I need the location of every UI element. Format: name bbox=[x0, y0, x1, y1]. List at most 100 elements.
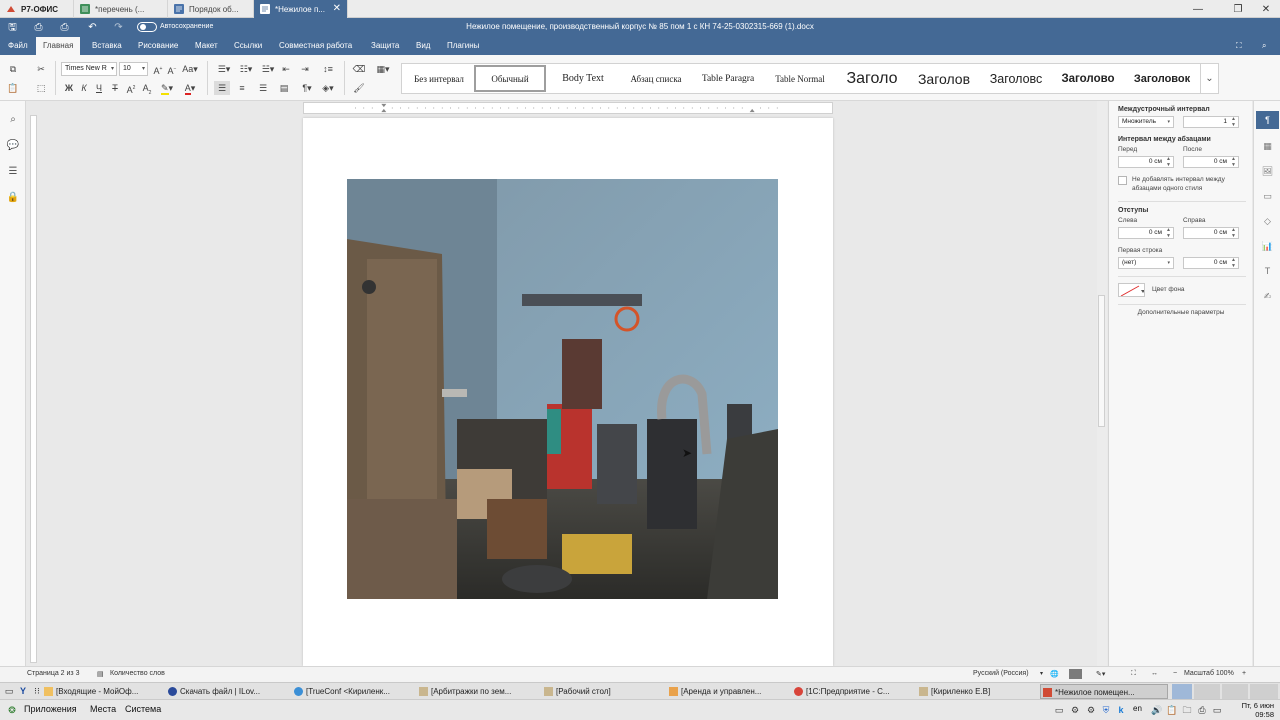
taskbar-item[interactable]: [Арбитражки по зем... bbox=[417, 684, 539, 699]
close-tab-icon[interactable]: ✕ bbox=[333, 3, 341, 14]
spinner-icon[interactable]: ▲ ▼ bbox=[1231, 116, 1236, 128]
cut-icon[interactable]: ✂ bbox=[33, 62, 49, 76]
menu-collaboration[interactable]: Совместная работа bbox=[275, 37, 356, 55]
workspace-2[interactable] bbox=[1194, 684, 1220, 699]
copy-icon[interactable]: ⧉ bbox=[5, 62, 21, 76]
clear-style-icon[interactable]: ⌫ bbox=[351, 62, 367, 76]
line-spacing-type-select[interactable]: Множитель ▾ bbox=[1118, 116, 1174, 128]
style-table-paragraph[interactable]: Table Paragra bbox=[692, 65, 764, 92]
right-indent-input[interactable]: 0 см ▲ ▼ bbox=[1183, 227, 1239, 239]
spinner-icon[interactable]: ▲ ▼ bbox=[1231, 257, 1236, 269]
advanced-settings-link[interactable]: Дополнительные параметры bbox=[1109, 309, 1253, 316]
horizontal-ruler[interactable] bbox=[303, 102, 833, 114]
menu-protection[interactable]: Защита bbox=[367, 37, 403, 55]
minimize-icon[interactable]: — bbox=[1182, 0, 1214, 18]
close-window-icon[interactable]: ✕ bbox=[1250, 0, 1280, 18]
spinner-icon[interactable]: ▲ ▼ bbox=[1166, 227, 1171, 239]
clipboard-icon[interactable]: 📋 bbox=[1165, 703, 1179, 717]
menu-home[interactable]: Главная bbox=[36, 37, 81, 55]
spinner-icon[interactable]: ▲ ▼ bbox=[1166, 156, 1171, 168]
spacing-before-input[interactable]: 0 см ▲ ▼ bbox=[1118, 156, 1174, 168]
tab-document-2[interactable]: Порядок об... bbox=[168, 0, 254, 18]
justify-icon[interactable]: ▤ bbox=[276, 81, 292, 95]
change-case-icon[interactable]: Aa▾ bbox=[180, 62, 200, 76]
search-icon[interactable]: ⌕ bbox=[1258, 37, 1270, 55]
line-spacing-input[interactable]: 1 ▲ ▼ bbox=[1183, 116, 1239, 128]
increase-indent-icon[interactable]: ⇥ bbox=[297, 62, 313, 76]
messenger-icon[interactable]: k bbox=[1114, 703, 1128, 717]
image-settings-icon[interactable]: 🖼 bbox=[1260, 164, 1275, 179]
shape-settings-icon[interactable]: ◇ bbox=[1260, 214, 1275, 229]
underline-icon[interactable]: Ч bbox=[91, 81, 107, 95]
antivirus-icon[interactable]: ⛨ bbox=[1099, 703, 1113, 717]
zoom-level[interactable]: Масштаб 100% bbox=[1184, 670, 1234, 677]
chart-settings-icon[interactable]: 📊 bbox=[1260, 239, 1275, 254]
scrollbar-thumb[interactable] bbox=[1098, 295, 1105, 427]
workspace-3[interactable] bbox=[1222, 684, 1248, 699]
display-icon[interactable]: ▭ bbox=[1210, 703, 1224, 717]
navigation-icon[interactable]: ☰ bbox=[6, 165, 20, 179]
menu-references[interactable]: Ссылки bbox=[230, 37, 266, 55]
clock[interactable]: Пт, 6 июн 09:58 bbox=[1242, 701, 1274, 719]
background-color-picker[interactable] bbox=[1118, 283, 1145, 297]
chevron-down-icon[interactable]: ⌄ bbox=[1200, 64, 1218, 93]
menu-layout[interactable]: Макет bbox=[191, 37, 222, 55]
search-icon[interactable]: ⌕ bbox=[6, 113, 20, 127]
taskbar-item[interactable]: [Кириленко Е.В] bbox=[917, 684, 1037, 699]
text-art-icon[interactable]: T bbox=[1260, 264, 1275, 279]
paragraph-marks-icon[interactable]: ¶▾ bbox=[297, 81, 317, 95]
taskbar-item[interactable]: Скачать файл | ILov... bbox=[166, 684, 286, 699]
style-heading-3[interactable]: Заголовс bbox=[980, 65, 1052, 92]
open-file-location-icon[interactable]: ⛶ bbox=[1232, 37, 1246, 55]
style-table-normal[interactable]: Table Normal bbox=[764, 65, 836, 92]
first-line-input[interactable]: 0 см ▲ ▼ bbox=[1183, 257, 1239, 269]
spinner-icon[interactable]: ▲ ▼ bbox=[1231, 227, 1236, 239]
left-indent-input[interactable]: 0 см ▲ ▼ bbox=[1118, 227, 1174, 239]
network-icon[interactable]: ⚙ bbox=[1068, 703, 1082, 717]
bullet-list-icon[interactable]: ☰▾ bbox=[214, 62, 234, 76]
taskbar-item[interactable]: [Рабочий стол] bbox=[542, 684, 664, 699]
font-color-icon[interactable]: A▾ bbox=[180, 81, 200, 95]
decrease-font-icon[interactable]: A− bbox=[164, 62, 180, 76]
shading-icon[interactable]: ◈▾ bbox=[318, 81, 338, 95]
taskbar-item[interactable]: [1С:Предприятие - С... bbox=[792, 684, 914, 699]
lock-icon[interactable]: 🔒 bbox=[6, 191, 20, 205]
app-home-tab[interactable]: Р7-ОФИС bbox=[0, 0, 74, 18]
style-heading-2[interactable]: Заголов bbox=[908, 65, 980, 92]
fit-width-icon[interactable]: ↔ bbox=[1151, 670, 1158, 677]
fit-page-icon[interactable]: ⛶ bbox=[1131, 670, 1136, 678]
show-desktop-icon[interactable]: ▭ bbox=[2, 684, 16, 698]
style-heading-1[interactable]: Заголо bbox=[836, 65, 908, 92]
align-center-icon[interactable]: ≡ bbox=[234, 81, 250, 95]
document-page[interactable] bbox=[303, 118, 833, 666]
menu-insert[interactable]: Вставка bbox=[88, 37, 126, 55]
style-normal[interactable]: Обычный bbox=[474, 65, 546, 92]
menu-plugins[interactable]: Плагины bbox=[443, 37, 483, 55]
zoom-out-icon[interactable]: − bbox=[1173, 670, 1177, 677]
places-menu[interactable]: Места bbox=[90, 704, 116, 714]
numbered-list-icon[interactable]: ☷▾ bbox=[236, 62, 256, 76]
font-size-combo[interactable]: 10 ▾ bbox=[119, 62, 148, 76]
comments-icon[interactable]: 💬 bbox=[6, 139, 20, 153]
keyboard-layout[interactable]: en bbox=[1133, 704, 1142, 713]
select-all-icon[interactable]: ⬚ bbox=[33, 81, 49, 95]
header-footer-icon[interactable]: ▭ bbox=[1260, 189, 1275, 204]
color-scheme-icon[interactable]: ▦▾ bbox=[372, 62, 394, 76]
taskbar-item[interactable]: [Входящие - МойОф... bbox=[42, 684, 162, 699]
applications-menu[interactable]: Приложения bbox=[24, 704, 77, 714]
word-count[interactable]: Количество слов bbox=[110, 670, 165, 677]
vertical-scrollbar[interactable] bbox=[1097, 101, 1107, 666]
globe-icon[interactable]: 🌐 bbox=[1050, 670, 1059, 678]
yandex-browser-icon[interactable]: Y bbox=[16, 684, 30, 698]
menu-file[interactable]: Файл bbox=[4, 37, 32, 55]
taskbar-item[interactable]: [Аренда и управлен... bbox=[667, 684, 789, 699]
menu-draw[interactable]: Рисование bbox=[134, 37, 182, 55]
track-changes-icon[interactable]: ✎▾ bbox=[1096, 670, 1105, 678]
decrease-indent-icon[interactable]: ⇤ bbox=[278, 62, 294, 76]
volume-icon[interactable]: 🔊 bbox=[1150, 703, 1164, 717]
folder-icon[interactable]: 🗀 bbox=[1180, 703, 1194, 717]
document-language[interactable]: Русский (Россия) bbox=[973, 670, 1029, 677]
font-name-combo[interactable]: Times New R ▾ bbox=[61, 62, 117, 76]
workspace-4[interactable] bbox=[1250, 684, 1278, 699]
monitor-icon[interactable]: ▭ bbox=[1052, 703, 1066, 717]
